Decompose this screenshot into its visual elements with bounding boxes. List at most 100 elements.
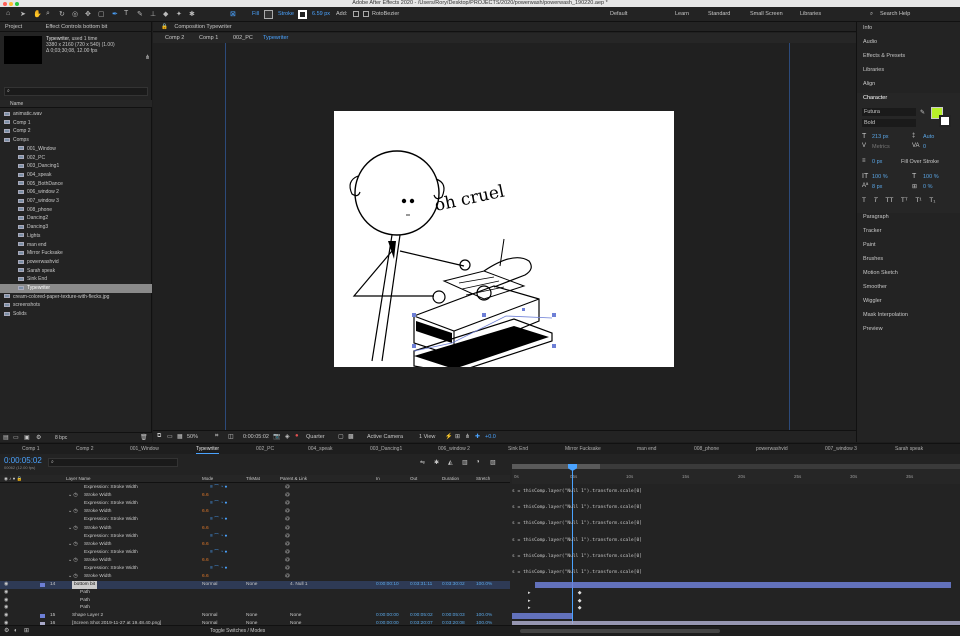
stroke-width-value[interactable]: 6.6	[202, 508, 209, 516]
show-snapshot-icon[interactable]: ◈	[285, 433, 290, 440]
timeline-tab[interactable]: 008_phone	[694, 445, 719, 454]
panel-character[interactable]: Character	[863, 95, 887, 101]
pickwhip-icon[interactable]: @	[285, 541, 290, 549]
project-item[interactable]: Lights	[0, 232, 152, 241]
stroke-mode-dropdown[interactable]: Fill Over Stroke	[901, 159, 939, 165]
panel-align[interactable]: Align	[863, 81, 875, 87]
expression-controls-icon[interactable]: ≡ ⌒ ◔ ●	[210, 565, 227, 573]
project-item[interactable]: screenshots	[0, 301, 152, 310]
toggle-switches-modes[interactable]: Toggle Switches / Modes	[210, 626, 265, 636]
column-mode[interactable]: Mode	[202, 475, 213, 483]
timeline-tab[interactable]: powerwashvid	[756, 445, 788, 454]
workspace-libraries[interactable]: Libraries	[800, 11, 821, 17]
vertical-scale-value[interactable]: 100 %	[872, 174, 888, 180]
bpc-label[interactable]: 8 bpc	[55, 435, 67, 441]
column-stretch[interactable]: Stretch	[476, 475, 490, 483]
timeline-zoom-slider[interactable]	[520, 629, 720, 633]
tsume-value[interactable]: 0 %	[923, 184, 932, 190]
timeline-tab[interactable]: 001_Window	[130, 445, 159, 454]
eyedropper-icon[interactable]: ✎	[920, 109, 925, 116]
always-preview-icon[interactable]: ⧉	[157, 433, 161, 440]
flowchart-icon[interactable]: ⋔	[465, 433, 470, 440]
expression-controls-icon[interactable]: ≡ ⌒ ◔ ●	[210, 549, 227, 557]
pickwhip-icon[interactable]: @	[285, 492, 290, 500]
baseline-value[interactable]: 8 px	[872, 184, 882, 190]
eraser-tool-icon[interactable]: ◆	[163, 10, 168, 18]
camera-dropdown[interactable]: Active Camera	[367, 434, 403, 440]
fit-icon[interactable]: ⌗	[215, 433, 218, 440]
project-item[interactable]: Comp 2	[0, 127, 152, 136]
comp-flowchart-icon[interactable]: ⇋	[420, 459, 425, 466]
snapshot-icon[interactable]: 📷	[273, 433, 280, 440]
expression-property[interactable]: Expression: Stroke Width ≡ ⌒ ◔ ● @	[0, 484, 510, 492]
leading-value[interactable]: Auto	[923, 134, 934, 140]
panel-brushes[interactable]: Brushes	[863, 256, 883, 262]
timeline-tab[interactable]: 007_window 3	[825, 445, 857, 454]
stroke-width-value[interactable]: 6.6	[202, 573, 209, 581]
project-item[interactable]: Typewriter	[0, 284, 152, 293]
comp-timecode[interactable]: 0:00:05:02	[243, 434, 269, 440]
column-parent[interactable]: Parent & Link	[280, 475, 307, 483]
subscript-button[interactable]: T₁	[929, 197, 935, 204]
expand-twirl-icon[interactable]: ⌄ ◷	[68, 525, 78, 533]
expression-controls-icon[interactable]: ≡ ⌒ ◔ ●	[210, 533, 227, 541]
project-item[interactable]: 006_window 2	[0, 188, 152, 197]
timeline-tab[interactable]: Sink End	[508, 445, 528, 454]
stroke-width-value[interactable]: 6.6	[202, 492, 209, 500]
column-name-header[interactable]: Name	[10, 101, 23, 107]
delete-icon[interactable]: 🗑	[140, 434, 148, 441]
timeline-tab[interactable]: Comp 1	[22, 445, 40, 454]
project-item[interactable]: 003_Dancing1	[0, 162, 152, 171]
panel-audio[interactable]: Audio	[863, 39, 877, 45]
camera-tool-icon[interactable]: ◎	[72, 10, 78, 18]
timeline-search-input[interactable]: ⌕	[48, 458, 178, 467]
timeline-tab[interactable]: Sarah speak	[895, 445, 923, 454]
project-item[interactable]: Sarah speak	[0, 267, 152, 276]
faux-bold-button[interactable]: T	[862, 197, 866, 204]
timeline-tab[interactable]: 006_window 2	[438, 445, 470, 454]
work-area-range[interactable]	[512, 464, 600, 469]
stroke-width-property[interactable]: ⌄ ◷ Stroke Width 6.6 @	[0, 573, 510, 581]
project-item[interactable]: Dancing2	[0, 214, 152, 223]
region-interest-icon[interactable]: ▢	[338, 433, 344, 440]
fast-preview-icon[interactable]: ⚡	[445, 433, 452, 440]
transparency-grid-icon[interactable]: ▩	[348, 433, 354, 440]
brush-tool-icon[interactable]: ✎	[137, 10, 143, 18]
expression-controls-icon[interactable]: ≡ ⌒ ◔ ●	[210, 500, 227, 508]
breadcrumb-comp-2[interactable]: Comp 2	[165, 35, 184, 41]
expression-editor[interactable]: s = thisComp.layer("Null 1").transform.s…	[512, 537, 960, 545]
expression-property[interactable]: Expression: Stroke Width ≡ ⌒ ◔ ● @	[0, 533, 510, 541]
expand-twirl-icon[interactable]: ⌄ ◷	[68, 573, 78, 581]
expression-property[interactable]: Expression: Stroke Width ≡ ⌒ ◔ ● @	[0, 549, 510, 557]
project-item[interactable]: 002_PC	[0, 154, 152, 163]
layer-switches-icon[interactable]: ⚙	[4, 626, 9, 636]
stroke-width-property[interactable]: ⌄ ◷ Stroke Width 6.6 @	[0, 541, 510, 549]
project-search-input[interactable]: ⌕	[4, 87, 148, 96]
column-layer-name[interactable]: Layer Name	[66, 475, 91, 483]
expression-editor[interactable]: s = thisComp.layer("Null 1").transform.s…	[512, 520, 960, 528]
draft-3d-icon[interactable]: ✱	[434, 459, 439, 466]
stroke-width-property[interactable]: ⌄ ◷ Stroke Width 6.6 @	[0, 525, 510, 533]
timeline-tab[interactable]: Typewriter	[196, 445, 220, 454]
panel-libraries[interactable]: Libraries	[863, 67, 884, 73]
expression-property[interactable]: Expression: Stroke Width ≡ ⌒ ◔ ● @	[0, 516, 510, 524]
motion-blur-icon[interactable]: ◑	[476, 459, 480, 465]
stroke-label[interactable]: Stroke	[278, 11, 294, 17]
keyframe-markers[interactable]: ▸ ◆	[528, 598, 628, 604]
expression-property[interactable]: Expression: Stroke Width ≡ ⌒ ◔ ● @	[0, 565, 510, 573]
pickwhip-icon[interactable]: @	[285, 573, 290, 581]
panel-info[interactable]: Info	[863, 25, 872, 31]
font-style-dropdown[interactable]: Bold	[862, 119, 916, 127]
rotate-tool-icon[interactable]: ↻	[59, 10, 65, 18]
panel-mask-interpolation[interactable]: Mask Interpolation	[863, 312, 908, 318]
rectangle-tool-icon[interactable]: ▢	[98, 10, 105, 18]
timeline-tab[interactable]: man end	[637, 445, 656, 454]
stroke-color-swatch[interactable]	[939, 115, 951, 127]
panel-wiggler[interactable]: Wiggler	[863, 298, 882, 304]
project-item[interactable]: Comp 1	[0, 119, 152, 128]
project-item[interactable]: 007_window 3	[0, 197, 152, 206]
proportional-grid-icon[interactable]: ▦	[177, 433, 183, 440]
snapping-icon[interactable]: ⊠	[230, 10, 236, 18]
color-channel-icon[interactable]: ●	[295, 433, 299, 439]
timeline-timecode[interactable]: 0:00:05:02	[4, 456, 42, 465]
